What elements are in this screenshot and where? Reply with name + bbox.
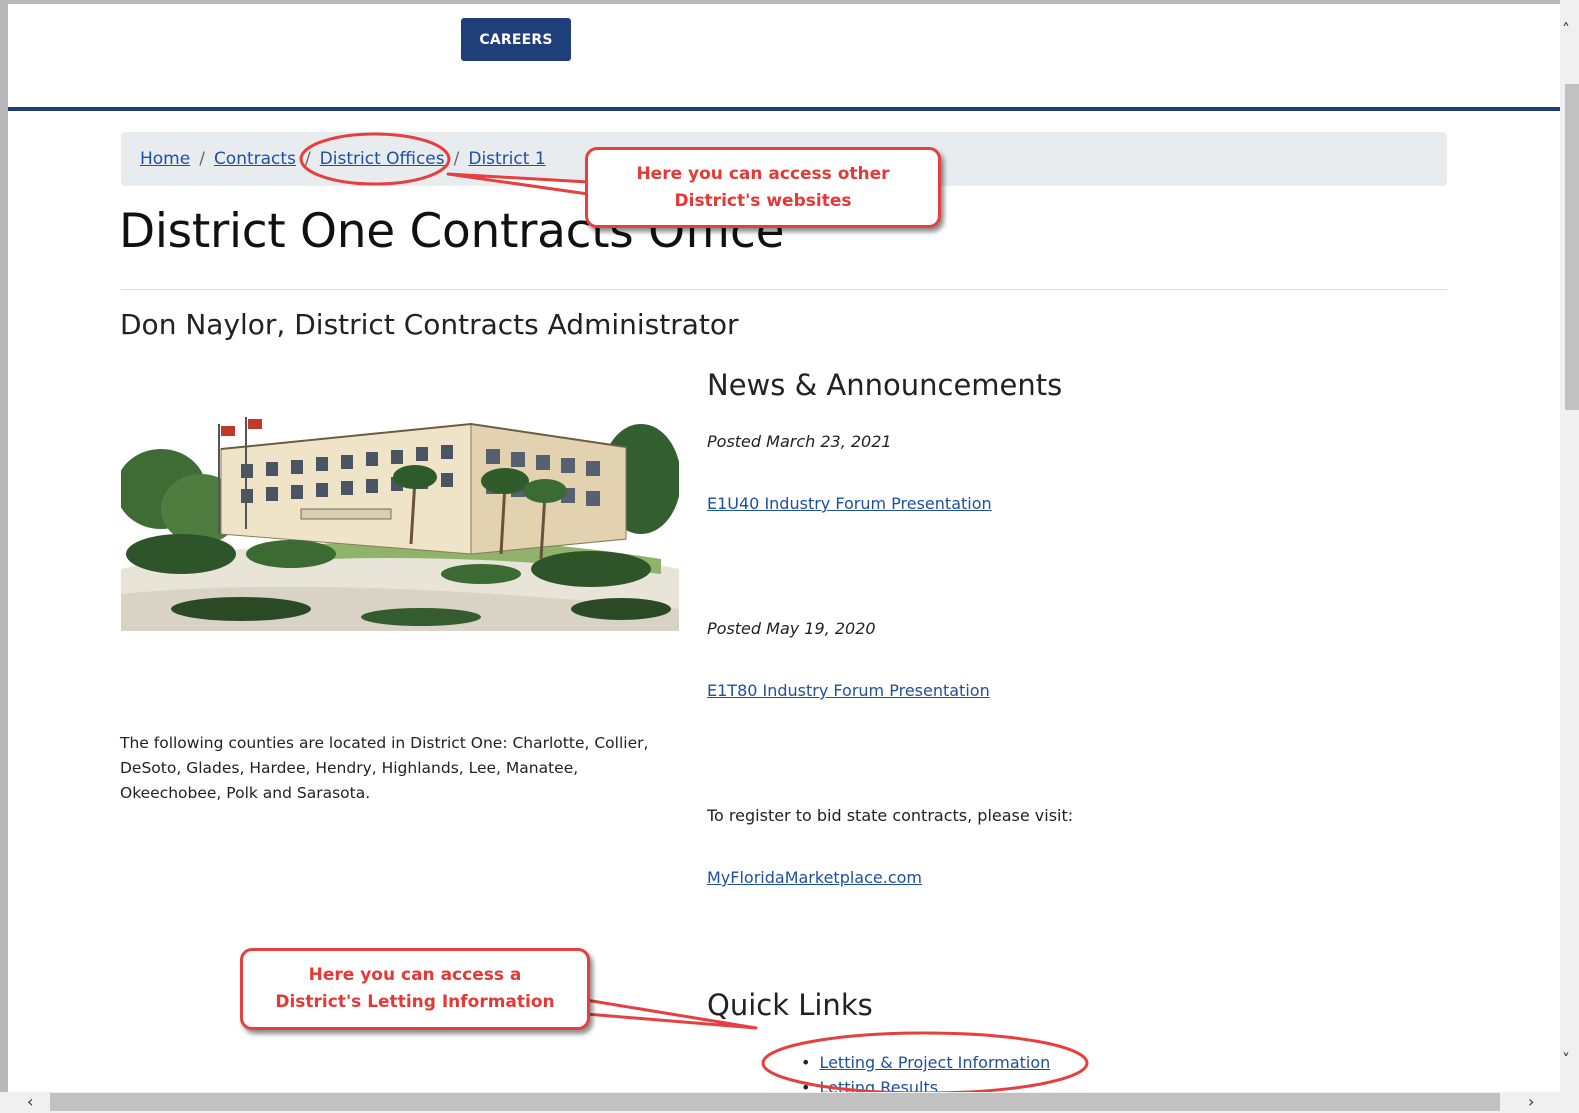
header-divider — [8, 107, 1560, 111]
browser-page: CAREERS Home / Contracts / District Offi… — [8, 4, 1560, 1092]
annotation-callout-district-websites: Here you can access other District's web… — [585, 147, 941, 228]
list-item: • Letting & Project Information — [801, 1050, 1050, 1075]
breadcrumb-separator: / — [453, 149, 460, 169]
breadcrumb-home-link[interactable]: Home — [140, 149, 190, 169]
breadcrumb-district-offices-link[interactable]: District Offices — [320, 149, 445, 169]
bullet-icon: • — [801, 1053, 811, 1072]
counties-text: The following counties are located in Di… — [120, 734, 649, 802]
vertical-scrollbar-thumb[interactable] — [1565, 84, 1579, 410]
letting-project-information-link[interactable]: Letting & Project Information — [819, 1053, 1050, 1072]
list-item: • Letting Results — [801, 1075, 1050, 1092]
callout-line: District's websites — [674, 190, 852, 211]
breadcrumb-separator: / — [199, 149, 205, 169]
annotation-callout-letting-information: Here you can access a District's Letting… — [240, 948, 590, 1030]
callout-line: District's Letting Information — [275, 992, 555, 1012]
careers-button[interactable]: CAREERS — [461, 18, 571, 61]
chevron-down-icon[interactable]: ˅ — [1562, 1050, 1570, 1069]
news-link-e1u40[interactable]: E1U40 Industry Forum Presentation — [707, 494, 992, 513]
district-office-building-image — [121, 369, 679, 631]
callout-line: Here you can access a — [308, 965, 522, 985]
quick-links-list: • Letting & Project Information • Letting … — [801, 1050, 1050, 1092]
register-text: To register to bid state contracts, plea… — [707, 806, 1074, 825]
chevron-right-icon[interactable]: › — [1528, 1092, 1534, 1111]
breadcrumb-contracts-link[interactable]: Contracts — [214, 149, 296, 169]
letting-results-link[interactable]: Letting Results — [819, 1078, 938, 1092]
news-posted-date: Posted May 19, 2020 — [707, 619, 876, 638]
breadcrumb-district-link[interactable]: District 1 — [468, 149, 545, 169]
news-heading: News & Announcements — [707, 368, 1063, 402]
news-posted-date: Posted March 23, 2021 — [707, 432, 892, 451]
callout-line: Here you can access other — [636, 163, 890, 184]
news-link-e1t80[interactable]: E1T80 Industry Forum Presentation — [707, 681, 990, 700]
chevron-up-icon[interactable]: ˄ — [1562, 20, 1570, 39]
myfloridamarketplace-link[interactable]: MyFloridaMarketplace.com — [707, 868, 922, 887]
bullet-icon: • — [801, 1078, 811, 1092]
horizontal-scrollbar-thumb[interactable] — [50, 1093, 1500, 1111]
title-divider — [121, 289, 1447, 290]
chevron-left-icon[interactable]: ‹ — [27, 1092, 33, 1111]
quick-links-heading: Quick Links — [707, 988, 873, 1022]
breadcrumb-separator: / — [304, 149, 311, 169]
administrator-heading: Don Naylor, District Contracts Administr… — [120, 308, 739, 341]
